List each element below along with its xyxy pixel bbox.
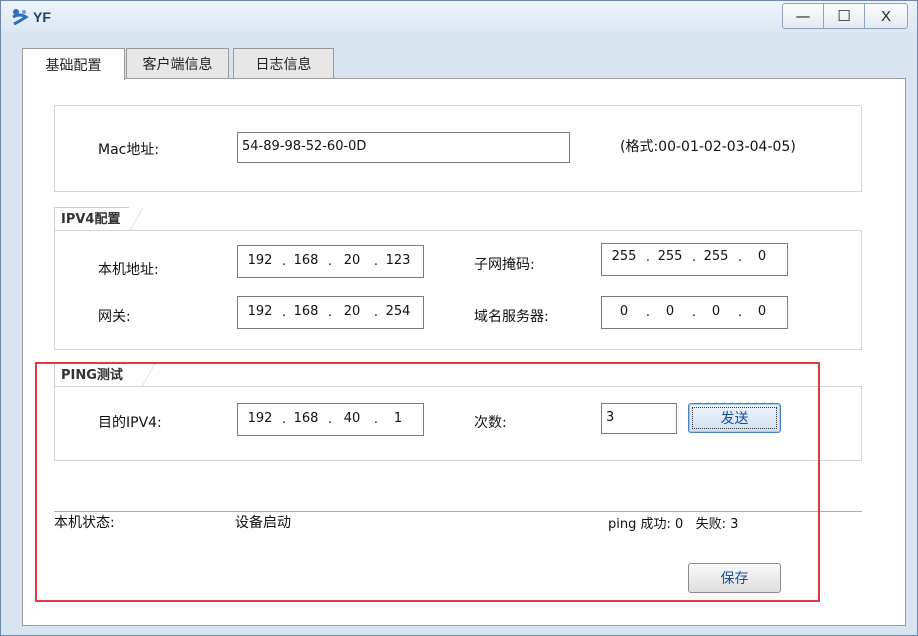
ip-dot: . xyxy=(645,250,651,265)
ip-octet: 168 xyxy=(293,253,319,268)
ip-dot: . xyxy=(373,254,379,269)
ip-dot: . xyxy=(327,305,333,320)
status-value: 设备启动 xyxy=(235,515,291,531)
ip-octet: 0 xyxy=(665,304,675,319)
save-button[interactable]: 保存 xyxy=(688,563,781,593)
ip-dot: . xyxy=(327,254,333,269)
subnet-mask-input[interactable]: 255 . 255 . 255 . 0 xyxy=(601,243,788,276)
mac-input[interactable]: 54-89-98-52-60-0D xyxy=(237,132,570,163)
dns-label: 域名服务器: xyxy=(474,309,549,325)
ip-dot: . xyxy=(737,305,743,320)
save-button-label: 保存 xyxy=(720,571,749,587)
ip-dot: . xyxy=(373,412,379,427)
send-button[interactable]: 发送 xyxy=(688,403,781,433)
maximize-icon: ☐ xyxy=(837,7,851,25)
mac-label: Mac地址: xyxy=(98,142,160,158)
ipv4-group-title: IPV4配置 xyxy=(54,207,143,232)
ipv4-group: 本机地址: 192 . 168 . 20 . 123 子网掩码: 255 . 2… xyxy=(54,230,862,350)
close-icon: X xyxy=(880,7,891,25)
ip-octet: 254 xyxy=(385,304,411,319)
count-input[interactable]: 3 xyxy=(601,403,677,434)
ip-octet: 123 xyxy=(385,253,411,268)
target-ipv4-label: 目的IPV4: xyxy=(98,415,162,431)
ip-octet: 0 xyxy=(711,304,721,319)
mac-group: Mac地址: 54-89-98-52-60-0D (格式:00-01-02-03… xyxy=(54,105,862,192)
ip-octet: 1 xyxy=(393,411,403,426)
tab-log-info[interactable]: 日志信息 xyxy=(233,48,334,79)
minimize-button[interactable]: — xyxy=(782,3,824,29)
ip-octet: 255 xyxy=(611,249,637,264)
ip-octet: 20 xyxy=(343,304,361,319)
ip-dot: . xyxy=(373,305,379,320)
gateway-label: 网关: xyxy=(98,309,131,325)
ip-octet: 192 xyxy=(247,411,273,426)
ip-dot: . xyxy=(645,305,651,320)
tab-label: 基础配置 xyxy=(45,57,102,74)
local-address-input[interactable]: 192 . 168 . 20 . 123 xyxy=(237,245,424,278)
ip-dot: . xyxy=(691,305,697,320)
window-title: YF xyxy=(33,9,51,25)
tab-basic-config[interactable]: 基础配置 xyxy=(22,48,125,80)
tab-label: 客户端信息 xyxy=(142,57,213,73)
subnet-mask-label: 子网掩码: xyxy=(474,257,535,273)
client-area: 基础配置 客户端信息 日志信息 Mac地址: 54-89-98-52-60-0D… xyxy=(8,33,910,629)
ip-octet: 255 xyxy=(703,249,729,264)
maximize-button[interactable]: ☐ xyxy=(823,3,865,29)
mac-format-hint: (格式:00-01-02-03-04-05) xyxy=(620,139,796,155)
yf-app-icon xyxy=(12,9,29,26)
ip-octet: 168 xyxy=(293,304,319,319)
title-bar[interactable]: YF — ☐ X xyxy=(1,1,917,33)
app-window: YF — ☐ X 基础配置 客户端信息 日志信息 Mac地址: 54-89-98… xyxy=(0,0,918,636)
ip-dot: . xyxy=(281,254,287,269)
ip-octet: 0 xyxy=(757,304,767,319)
basic-config-panel: Mac地址: 54-89-98-52-60-0D (格式:00-01-02-03… xyxy=(22,78,906,626)
ip-octet: 168 xyxy=(293,411,319,426)
ip-octet: 0 xyxy=(757,249,767,264)
ip-octet: 0 xyxy=(619,304,629,319)
ip-octet: 192 xyxy=(247,253,273,268)
target-ipv4-input[interactable]: 192 . 168 . 40 . 1 xyxy=(237,403,424,436)
local-address-label: 本机地址: xyxy=(98,262,159,278)
tab-label: 日志信息 xyxy=(255,57,312,73)
gateway-input[interactable]: 192 . 168 . 20 . 254 xyxy=(237,296,424,329)
ip-octet: 40 xyxy=(343,411,361,426)
ip-dot: . xyxy=(281,305,287,320)
dns-input[interactable]: 0 . 0 . 0 . 0 xyxy=(601,296,788,329)
ip-octet: 255 xyxy=(657,249,683,264)
ip-dot: . xyxy=(327,412,333,427)
close-button[interactable]: X xyxy=(864,3,908,29)
count-label: 次数: xyxy=(474,415,507,431)
ip-dot: . xyxy=(737,250,743,265)
ping-result-summary: ping 成功: 0 失败: 3 xyxy=(608,517,739,532)
send-button-label: 发送 xyxy=(720,411,749,427)
tab-client-info[interactable]: 客户端信息 xyxy=(126,48,229,79)
minimize-icon: — xyxy=(795,7,811,25)
ip-dot: . xyxy=(281,412,287,427)
ip-octet: 192 xyxy=(247,304,273,319)
ping-group: 目的IPV4: 192 . 168 . 40 . 1 次数: 3 发送 xyxy=(54,386,862,461)
ip-octet: 20 xyxy=(343,253,361,268)
ping-group-title: PING测试 xyxy=(54,363,155,388)
status-divider xyxy=(54,511,862,512)
status-label: 本机状态: xyxy=(54,515,115,531)
ip-dot: . xyxy=(691,250,697,265)
